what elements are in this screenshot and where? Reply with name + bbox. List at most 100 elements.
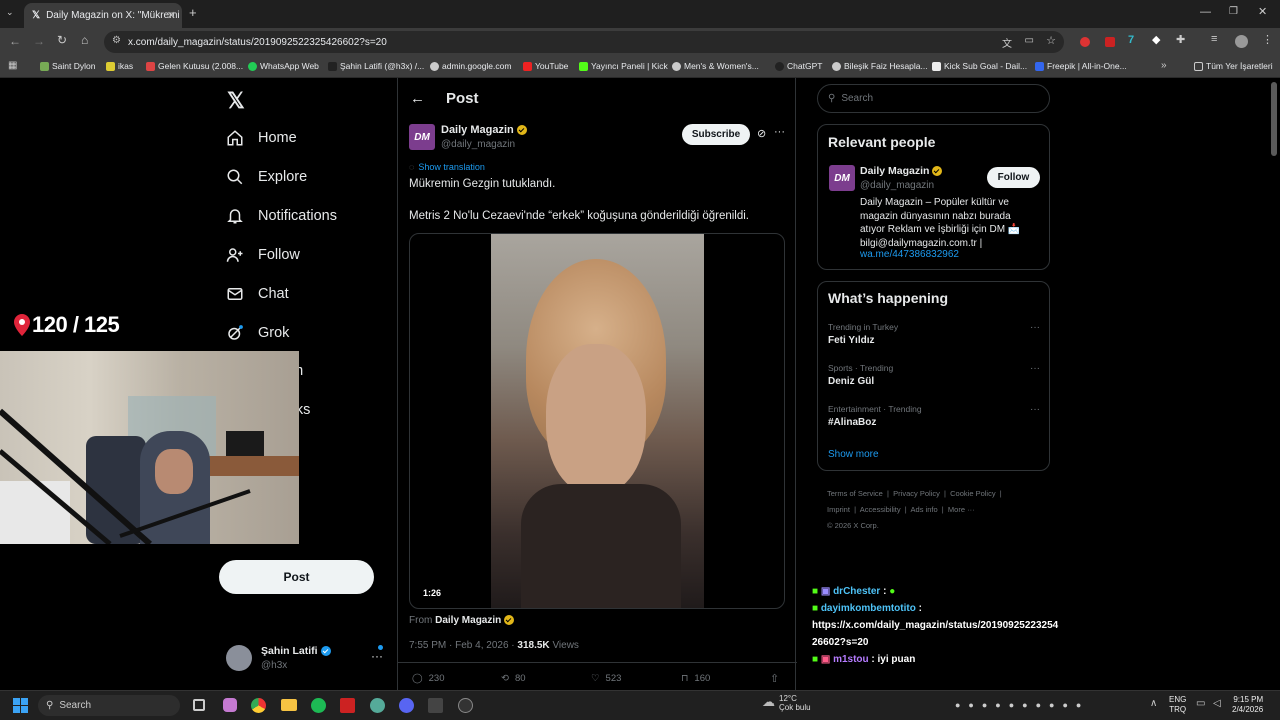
timestamp[interactable]: 7:55 PM · Feb 4, 2026 · xyxy=(409,640,515,651)
trend-more-icon[interactable]: ··· xyxy=(1030,363,1040,374)
bookmark-item[interactable]: Yayıncı Paneli | Kick xyxy=(579,61,668,71)
folder-icon[interactable] xyxy=(281,699,297,711)
app-icon[interactable] xyxy=(428,698,443,713)
more-options-icon[interactable]: ··· xyxy=(371,649,383,663)
network-icon[interactable]: ▭ xyxy=(1196,698,1205,709)
footer-link[interactable]: Ads info xyxy=(911,505,938,514)
all-bookmarks-folder[interactable]: Tüm Yer İşaretleri xyxy=(1194,61,1273,71)
app-icon[interactable] xyxy=(370,698,385,713)
x-logo-icon[interactable]: 𝕏 xyxy=(227,88,245,114)
footer-link[interactable]: Imprint xyxy=(827,505,850,514)
extension-red-icon[interactable] xyxy=(1080,37,1090,47)
back-icon[interactable]: ← xyxy=(9,34,21,48)
close-window-icon[interactable]: ✕ xyxy=(1258,5,1267,18)
search-input[interactable]: ⚲ Search xyxy=(817,84,1050,113)
new-tab-icon[interactable]: + xyxy=(189,5,197,20)
footer-link[interactable]: Privacy Policy xyxy=(893,489,940,498)
forward-icon[interactable]: → xyxy=(33,34,45,48)
bookmark-item[interactable]: Şahin Latifi (@h3x) /... xyxy=(328,61,424,71)
bookmark-item[interactable]: Saint Dylon xyxy=(40,61,95,71)
home-icon[interactable]: ⌂ xyxy=(81,33,88,47)
extension-blue-icon[interactable]: 7 xyxy=(1128,34,1134,46)
nav-grok[interactable]: Grok xyxy=(226,324,289,342)
nav-home[interactable]: Home xyxy=(226,129,297,147)
repost-button[interactable]: ⟲ 80 xyxy=(501,673,526,684)
reading-list-icon[interactable]: ≡ xyxy=(1211,33,1217,45)
more-options-icon[interactable]: ··· xyxy=(774,126,785,138)
tray-icons[interactable]: ●●●●●●●●●● xyxy=(955,700,1089,710)
site-info-icon[interactable]: ⚙ xyxy=(112,35,121,46)
bookmark-item[interactable]: Freepik | All-in-One... xyxy=(1035,61,1127,71)
nav-notifications[interactable]: Notifications xyxy=(226,207,337,225)
reload-icon[interactable]: ↻ xyxy=(57,33,67,47)
bookmark-item[interactable]: ChatGPT xyxy=(775,61,822,71)
bookmark-item[interactable]: Men's & Women's... xyxy=(672,61,759,71)
author-avatar[interactable]: DM xyxy=(409,124,435,150)
trend-more-icon[interactable]: ··· xyxy=(1030,404,1040,415)
address-bar[interactable]: ⚙ x.com/daily_magazin/status/20190925223… xyxy=(104,31,1064,53)
taskbar-search[interactable]: ⚲ Search xyxy=(38,695,180,716)
nav-chat[interactable]: Chat xyxy=(226,285,289,303)
close-tab-icon[interactable]: ✕ xyxy=(167,9,176,22)
person-name-row[interactable]: Daily Magazin xyxy=(860,165,943,177)
trend-item[interactable]: Entertainment · Trending #AlinaBoz ··· xyxy=(828,404,1040,428)
extensions-puzzle-icon[interactable]: ✚ xyxy=(1176,33,1185,46)
task-view-icon[interactable] xyxy=(193,699,205,711)
tray-overflow-icon[interactable]: ∧ xyxy=(1150,698,1157,709)
footer-link[interactable]: More ··· xyxy=(948,505,975,514)
bookmark-button[interactable]: ⊓ 160 xyxy=(681,673,710,684)
bookmark-star-icon[interactable]: ☆ xyxy=(1046,34,1056,47)
footer-link[interactable]: Cookie Policy xyxy=(950,489,995,498)
bookmark-item[interactable]: WhatsApp Web xyxy=(248,61,319,71)
bio-link[interactable]: wa.me/447386832962 xyxy=(860,249,959,260)
footer-link[interactable]: Accessibility xyxy=(860,505,901,514)
windows-start-icon[interactable] xyxy=(13,698,28,713)
cast-icon[interactable]: ▭ xyxy=(1025,35,1034,46)
discord-icon[interactable] xyxy=(399,698,414,713)
translate-icon[interactable]: 文 xyxy=(1002,35,1012,50)
browser-menu-icon[interactable]: ⋮ xyxy=(1262,33,1273,46)
more-bookmarks-icon[interactable]: » xyxy=(1161,60,1167,71)
bookmark-item[interactable]: Bileşik Faiz Hesapla... xyxy=(832,61,928,71)
bookmark-item[interactable]: Kick Sub Goal - Dail... xyxy=(932,61,1027,71)
video-player[interactable]: 1:26 xyxy=(409,233,785,609)
bookmark-item[interactable]: YouTube xyxy=(523,61,568,71)
follow-button[interactable]: Follow xyxy=(987,167,1040,188)
extension-alert-icon[interactable] xyxy=(1105,37,1115,47)
trend-more-icon[interactable]: ··· xyxy=(1030,322,1040,333)
nav-follow[interactable]: Follow xyxy=(226,246,300,264)
grok-explain-icon[interactable]: ⊘ xyxy=(757,127,766,140)
author-name-row[interactable]: Daily Magazin xyxy=(441,124,527,136)
share-icon[interactable]: ⇧ xyxy=(770,672,779,685)
from-name[interactable]: Daily Magazin xyxy=(435,615,501,626)
scrollbar[interactable] xyxy=(1271,82,1277,156)
app-icon[interactable] xyxy=(223,698,237,712)
reply-button[interactable]: ◯ 230 xyxy=(412,673,445,684)
bookmark-item[interactable]: admin.google.com xyxy=(430,61,511,71)
browser-tab[interactable]: 𝕏 Daily Magazin on X: "Mükremi ✕ xyxy=(24,3,182,28)
apps-grid-icon[interactable]: ▦ xyxy=(8,60,17,71)
volume-icon[interactable]: ◁ xyxy=(1213,698,1221,709)
app-icon[interactable] xyxy=(458,698,473,713)
weather-widget[interactable]: ☁ 12°C Çok bulu xyxy=(762,694,811,712)
trend-item[interactable]: Trending in Turkey Feti Yıldız ··· xyxy=(828,322,1040,346)
trend-item[interactable]: Sports · Trending Deniz Gül ··· xyxy=(828,363,1040,387)
bookmark-item[interactable]: Gelen Kutusu (2.008... xyxy=(146,61,243,71)
show-translation-link[interactable]: ◌ Show translation xyxy=(409,162,485,172)
person-avatar[interactable]: DM xyxy=(829,165,855,191)
clock[interactable]: 9:15 PM 2/4/2026 xyxy=(1232,695,1263,715)
spotify-icon[interactable] xyxy=(311,698,326,713)
app-icon[interactable] xyxy=(340,698,355,713)
minimize-icon[interactable]: — xyxy=(1200,6,1211,18)
show-more-link[interactable]: Show more xyxy=(828,449,879,460)
chrome-icon[interactable] xyxy=(251,698,266,713)
maximize-icon[interactable]: ❐ xyxy=(1229,6,1238,17)
nav-explore[interactable]: Explore xyxy=(226,168,307,186)
like-button[interactable]: ♡ 523 xyxy=(591,673,621,684)
extension-diamond-icon[interactable]: ◆ xyxy=(1152,33,1160,46)
subscribe-button[interactable]: Subscribe xyxy=(682,124,750,145)
profile-avatar[interactable] xyxy=(1235,35,1248,48)
post-button[interactable]: Post xyxy=(219,560,374,594)
footer-link[interactable]: Terms of Service xyxy=(827,489,883,498)
bookmark-item[interactable]: ikas xyxy=(106,61,133,71)
